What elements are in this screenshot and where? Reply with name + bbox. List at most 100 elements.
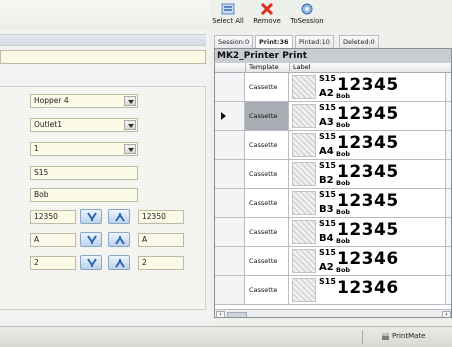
arrow-up-icon: [115, 236, 125, 245]
horizontal-scrollbar[interactable]: ‹ ›: [215, 309, 451, 317]
label-name-text: Bob: [336, 92, 351, 100]
table-row[interactable]: Cassette S15 12345 A4 Bob: [215, 131, 451, 160]
toolbar: Select All Remove ToSession: [210, 0, 452, 32]
grid-title: MK2_Printer Print: [215, 49, 451, 63]
row-extra-cell: [445, 247, 451, 275]
select-all-button[interactable]: Select All: [212, 3, 244, 31]
label-cell[interactable]: S15 12345 B3 Bob: [289, 189, 445, 217]
hopper-select[interactable]: Hopper 4: [30, 94, 138, 108]
arrow-up-icon: [115, 213, 125, 222]
range3-decrement-button[interactable]: [80, 255, 102, 270]
status-separator: [362, 330, 363, 345]
range2-increment-button[interactable]: [108, 232, 130, 247]
hopper-dropdown-icon[interactable]: [124, 96, 136, 106]
range3-increment-button[interactable]: [108, 255, 130, 270]
row-extra-cell: [445, 131, 451, 159]
label-cell[interactable]: S15 12345 A3 Bob: [289, 102, 445, 130]
row-selector[interactable]: [215, 276, 245, 304]
row-selector[interactable]: [215, 102, 245, 130]
barcode-icon: [292, 104, 316, 128]
grid-body: Cassette S15 12345 A2 Bob Cassette S15 12345 A3 B…: [215, 73, 451, 309]
template-cell[interactable]: Cassette: [245, 160, 289, 188]
right-pane: Select All Remove ToSession Session:0 Pr…: [210, 0, 452, 326]
template-cell[interactable]: Cassette: [245, 73, 289, 101]
label-position-text: B3: [319, 204, 334, 215]
template-cell[interactable]: Cassette: [245, 189, 289, 217]
scroll-left-icon[interactable]: ‹: [216, 311, 225, 317]
table-row[interactable]: Cassette S15 12346 A2 Bob: [215, 247, 451, 276]
range1-end-field[interactable]: 12350: [138, 210, 184, 224]
label-cell[interactable]: S15 12345 A4 Bob: [289, 131, 445, 159]
select-all-label: Select All: [212, 17, 244, 25]
barcode-icon: [292, 162, 316, 186]
table-row[interactable]: Cassette S15 12345 B2 Bob: [215, 160, 451, 189]
label-cell[interactable]: S15 12346 A2 Bob: [289, 247, 445, 275]
barcode-icon: [292, 249, 316, 273]
name-field[interactable]: Bob: [30, 188, 138, 202]
tab-session[interactable]: Session:0: [214, 35, 254, 48]
slide-field[interactable]: S15: [30, 166, 138, 180]
range2-start-field[interactable]: A: [30, 233, 76, 247]
table-row[interactable]: Cassette S15 12345 B4 Bob: [215, 218, 451, 247]
left-top-strip: [0, 0, 210, 30]
tab-printed[interactable]: Pinted:10: [295, 35, 334, 48]
range2-decrement-button[interactable]: [80, 232, 102, 247]
table-row[interactable]: Cassette S15 12345 B3 Bob: [215, 189, 451, 218]
table-row[interactable]: Cassette S15 12346: [215, 276, 451, 305]
row-extra-cell: [445, 189, 451, 217]
row-selector[interactable]: [215, 189, 245, 217]
table-row[interactable]: Cassette S15 12345 A2 Bob: [215, 73, 451, 102]
template-cell[interactable]: Cassette: [245, 131, 289, 159]
outlet-select[interactable]: Outlet1: [30, 118, 138, 132]
print-grid: MK2_Printer Print Template Label Cassett…: [214, 48, 452, 318]
row-selector[interactable]: [215, 160, 245, 188]
count-select-value: 1: [34, 144, 39, 153]
session-icon: [301, 3, 313, 15]
table-row[interactable]: Cassette S15 12345 A3 Bob: [215, 102, 451, 131]
range1-start-field[interactable]: 12350: [30, 210, 76, 224]
template-cell[interactable]: Cassette: [245, 276, 289, 304]
label-slide-text: S15: [319, 132, 336, 141]
label-cell[interactable]: S15 12345 A2 Bob: [289, 73, 445, 101]
row-selector[interactable]: [215, 131, 245, 159]
range1-decrement-button[interactable]: [80, 209, 102, 224]
left-wide-input[interactable]: [0, 50, 206, 64]
to-session-button[interactable]: ToSession: [288, 3, 326, 31]
label-position-text: A2: [319, 88, 334, 99]
grid-header: Template Label: [215, 63, 451, 73]
row-extra-cell: [445, 73, 451, 101]
tab-deleted[interactable]: Deleted:0: [339, 35, 379, 48]
template-cell[interactable]: Cassette: [245, 247, 289, 275]
label-slide-text: S15: [319, 248, 336, 257]
scroll-thumb[interactable]: [227, 312, 247, 317]
range3-end-field[interactable]: 2: [138, 256, 184, 270]
label-cell[interactable]: S15 12345 B2 Bob: [289, 160, 445, 188]
count-dropdown-icon[interactable]: [124, 144, 136, 154]
remove-button[interactable]: Remove: [252, 3, 282, 31]
label-cell[interactable]: S15 12346: [289, 276, 445, 304]
range1-increment-button[interactable]: [108, 209, 130, 224]
arrow-down-icon: [87, 235, 97, 244]
label-slide-text: S15: [319, 219, 336, 228]
row-selector[interactable]: [215, 218, 245, 246]
scroll-right-icon[interactable]: ›: [442, 311, 451, 317]
template-cell[interactable]: Cassette: [245, 102, 289, 130]
count-select[interactable]: 1: [30, 142, 138, 156]
outlet-dropdown-icon[interactable]: [124, 120, 136, 130]
row-selector[interactable]: [215, 247, 245, 275]
label-slide-text: S15: [319, 277, 336, 286]
barcode-icon: [292, 133, 316, 157]
printer-icon: [382, 333, 389, 340]
row-selector[interactable]: [215, 73, 245, 101]
column-header-label[interactable]: Label: [289, 63, 445, 73]
label-cell[interactable]: S15 12345 B4 Bob: [289, 218, 445, 246]
label-position-text: A3: [319, 117, 334, 128]
label-name-text: Bob: [336, 121, 351, 129]
tab-print[interactable]: Print:36: [255, 35, 293, 49]
range2-end-field[interactable]: A: [138, 233, 184, 247]
range3-start-field[interactable]: 2: [30, 256, 76, 270]
column-header-template[interactable]: Template: [245, 63, 289, 73]
template-cell[interactable]: Cassette: [245, 218, 289, 246]
label-slide-text: S15: [319, 74, 336, 83]
outlet-select-value: Outlet1: [34, 120, 63, 129]
